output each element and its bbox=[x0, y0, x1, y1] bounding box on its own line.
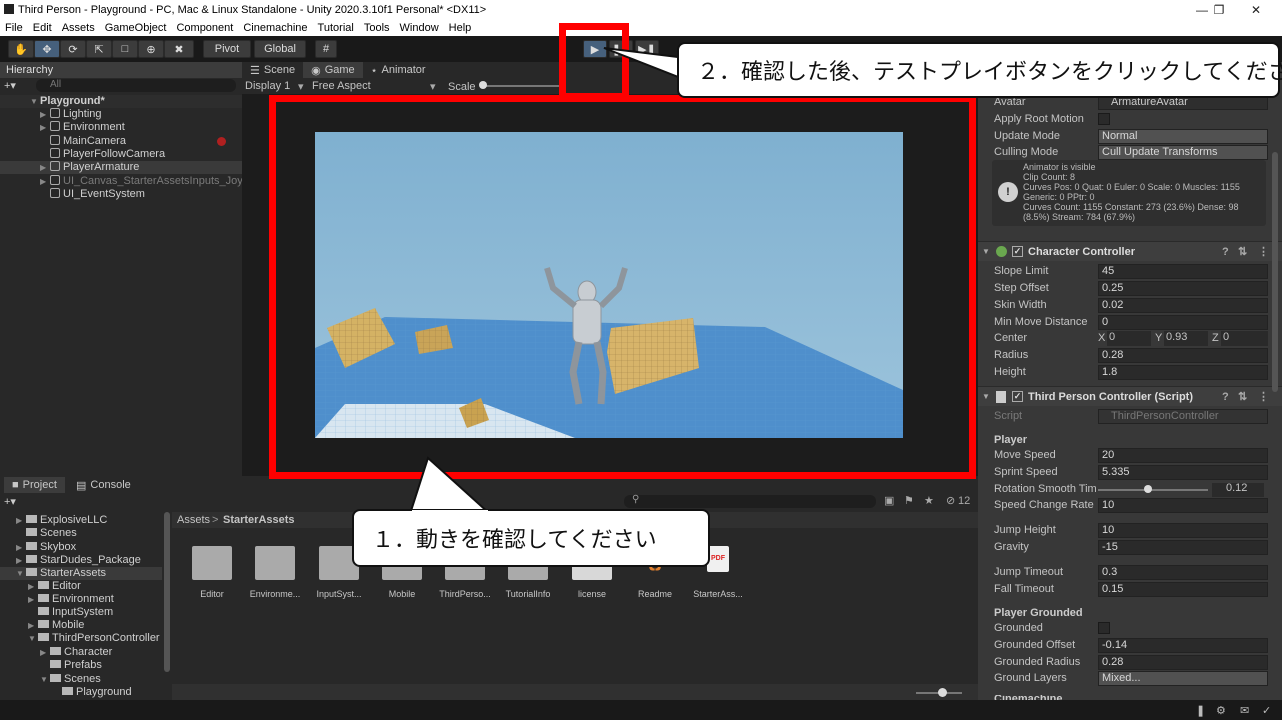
callout-joint-2 bbox=[680, 56, 688, 84]
callout-joint-1 bbox=[412, 510, 488, 516]
callout-step-1: １．動きを確認してください bbox=[352, 509, 710, 567]
callout-step-2: ２．確認した後、テストプレイボタンをクリックしてください bbox=[677, 42, 1282, 98]
callout-step-1-text: １．動きを確認してください bbox=[372, 527, 657, 552]
callout-pointers bbox=[408, 47, 687, 515]
callout-step-2-text: ２．確認した後、テストプレイボタンをクリックしてください bbox=[697, 59, 1282, 84]
